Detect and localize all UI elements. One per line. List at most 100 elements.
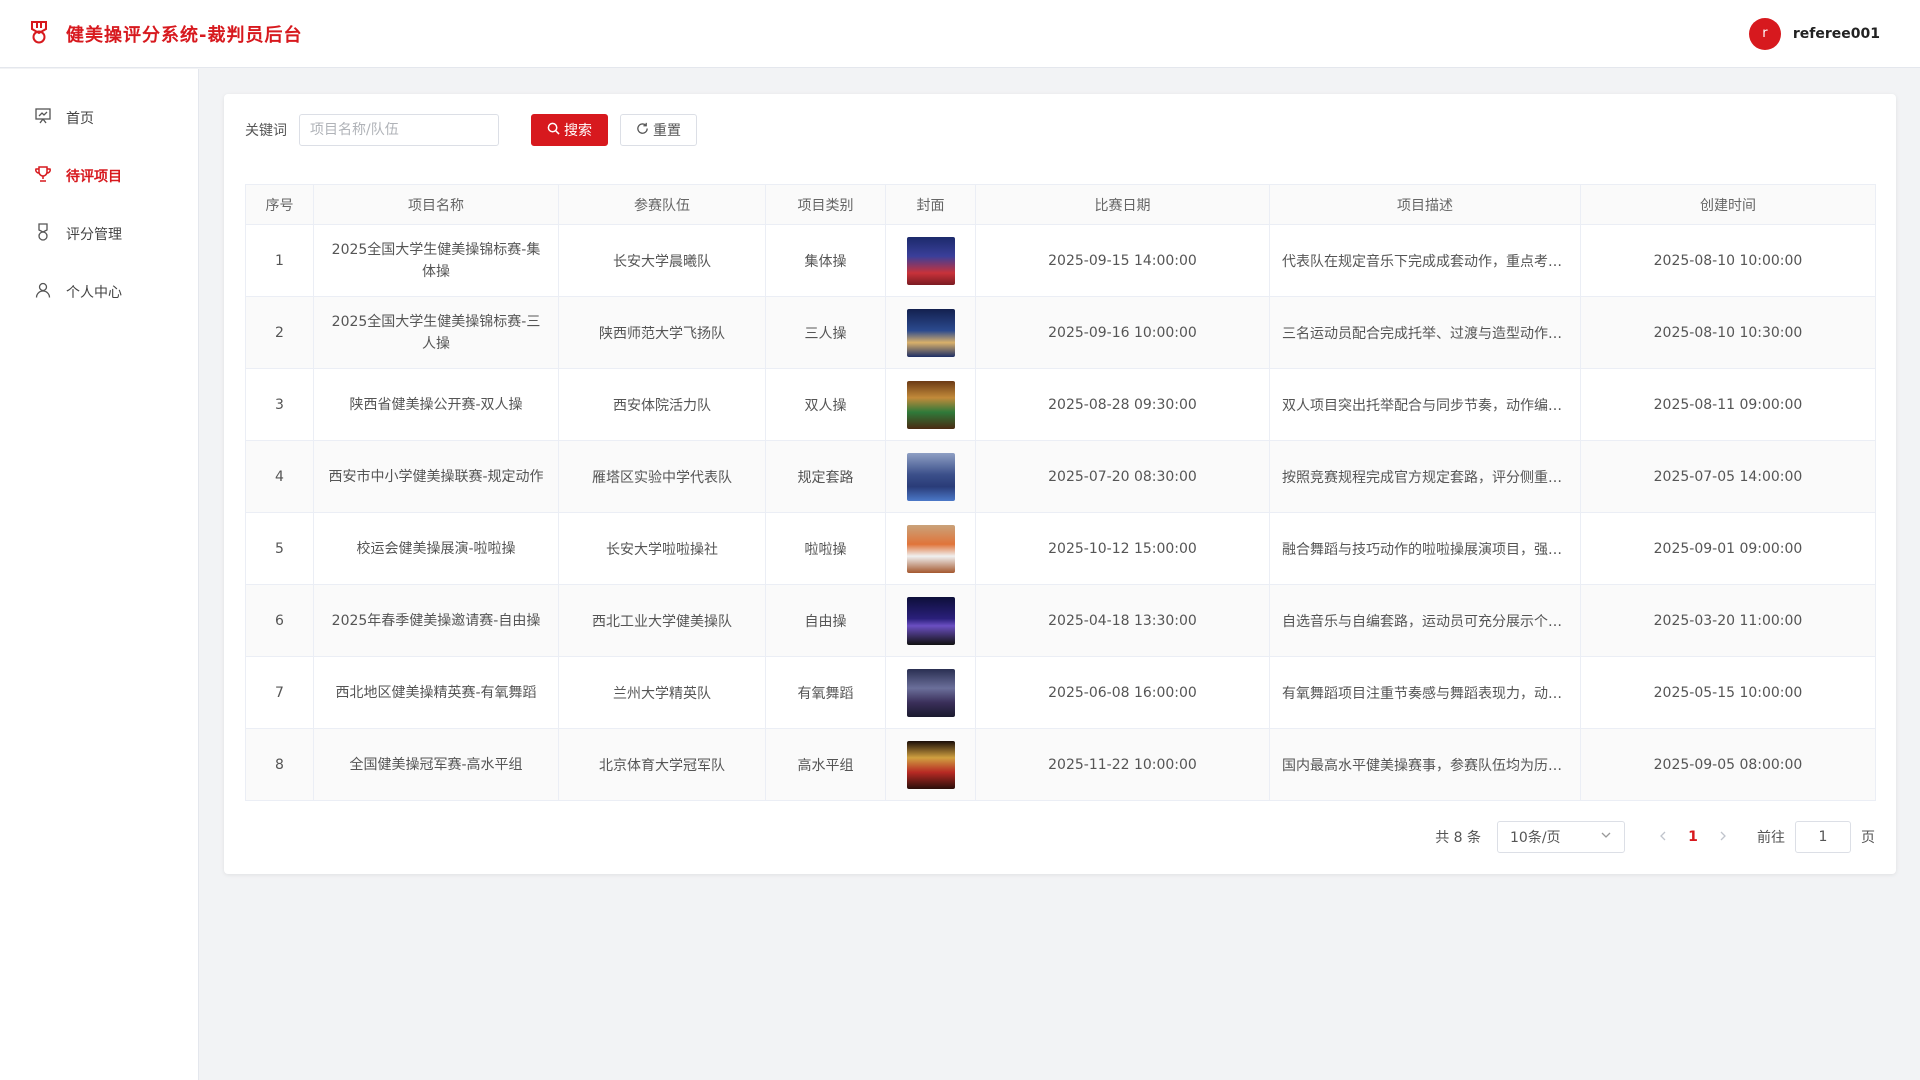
- cell-team: 长安大学晨曦队: [558, 224, 766, 297]
- cell-desc: 有氧舞蹈项目注重节奏感与舞蹈表现力，动…: [1269, 656, 1581, 729]
- cover-image[interactable]: [906, 740, 955, 789]
- cell-created: 2025-05-15 10:00:00: [1580, 656, 1876, 729]
- cell-created: 2025-08-10 10:00:00: [1580, 224, 1876, 297]
- cell-desc: 代表队在规定音乐下完成成套动作，重点考…: [1269, 224, 1581, 297]
- cell-desc: 三名运动员配合完成托举、过渡与造型动作…: [1269, 296, 1581, 369]
- cover-image[interactable]: [906, 308, 955, 357]
- cell-cover: [885, 440, 976, 513]
- table-row[interactable]: 7 西北地区健美操精英赛-有氧舞蹈 兰州大学精英队 有氧舞蹈 2025-06-0…: [245, 656, 1876, 729]
- table-row[interactable]: 4 西安市中小学健美操联赛-规定动作 雁塔区实验中学代表队 规定套路 2025-…: [245, 440, 1876, 513]
- cell-team: 雁塔区实验中学代表队: [558, 440, 766, 513]
- sidebar-item-label: 个人中心: [66, 285, 122, 301]
- cell-cover: [885, 728, 976, 801]
- page-size-select[interactable]: 10条/页: [1497, 821, 1625, 853]
- cell-date: 2025-04-18 13:30:00: [975, 584, 1270, 657]
- sidebar-item-home[interactable]: 首页: [0, 89, 198, 147]
- sidebar-item-profile[interactable]: 个人中心: [0, 263, 198, 321]
- cell-team: 兰州大学精英队: [558, 656, 766, 729]
- cell-team: 北京体育大学冠军队: [558, 728, 766, 801]
- cover-image[interactable]: [906, 452, 955, 501]
- search-button[interactable]: 搜索: [531, 114, 608, 146]
- sidebar-item-pending[interactable]: 待评项目: [0, 147, 198, 205]
- cover-image[interactable]: [906, 236, 955, 285]
- cell-created: 2025-07-05 14:00:00: [1580, 440, 1876, 513]
- cover-image[interactable]: [906, 596, 955, 645]
- cell-cover: [885, 224, 976, 297]
- table-row[interactable]: 2 2025全国大学生健美操锦标赛-三人操 陕西师范大学飞扬队 三人操 2025…: [245, 296, 1876, 369]
- medal-icon: [34, 223, 52, 245]
- cell-category: 双人操: [765, 368, 886, 441]
- cell-date: 2025-11-22 10:00:00: [975, 728, 1270, 801]
- cell-team: 西安体院活力队: [558, 368, 766, 441]
- cell-index: 5: [245, 512, 314, 585]
- table-row[interactable]: 6 2025年春季健美操邀请赛-自由操 西北工业大学健美操队 自由操 2025-…: [245, 584, 1876, 657]
- keyword-input[interactable]: [299, 114, 499, 146]
- cell-category: 有氧舞蹈: [765, 656, 886, 729]
- pagination: 共 8 条 10条/页 1 前往 页: [245, 821, 1875, 853]
- cover-image[interactable]: [906, 524, 955, 573]
- username[interactable]: referee001: [1793, 26, 1880, 42]
- avatar[interactable]: r: [1748, 17, 1781, 50]
- column-header-date: 比赛日期: [975, 184, 1270, 225]
- cell-date: 2025-07-20 08:30:00: [975, 440, 1270, 513]
- cell-team: 陕西师范大学飞扬队: [558, 296, 766, 369]
- cell-category: 高水平组: [765, 728, 886, 801]
- brand: 健美操评分系统-裁判员后台: [28, 20, 302, 48]
- reset-button-label: 重置: [653, 123, 681, 139]
- cell-desc: 按照竞赛规程完成官方规定套路，评分侧重…: [1269, 440, 1581, 513]
- cell-index: 7: [245, 656, 314, 729]
- cell-index: 6: [245, 584, 314, 657]
- cell-cover: [885, 368, 976, 441]
- project-table: 序号 项目名称 参赛队伍 项目类别 封面 比赛日期 项目描述 创建时间 1 20…: [245, 184, 1876, 801]
- page-size-value: 10条/页: [1510, 830, 1561, 846]
- cell-name: 西安市中小学健美操联赛-规定动作: [313, 440, 559, 513]
- sidebar-item-scoring[interactable]: 评分管理: [0, 205, 198, 263]
- sidebar-item-label: 待评项目: [66, 169, 122, 185]
- reset-button[interactable]: 重置: [620, 114, 697, 146]
- table-header: 序号 项目名称 参赛队伍 项目类别 封面 比赛日期 项目描述 创建时间: [245, 184, 1876, 225]
- cell-desc: 国内最高水平健美操赛事，参赛队伍均为历…: [1269, 728, 1581, 801]
- goto-label: 前往: [1757, 830, 1785, 846]
- cell-name: 2025全国大学生健美操锦标赛-集体操: [313, 224, 559, 297]
- chevron-down-icon: [1600, 829, 1612, 845]
- cell-cover: [885, 584, 976, 657]
- cell-name: 全国健美操冠军赛-高水平组: [313, 728, 559, 801]
- cover-image[interactable]: [906, 668, 955, 717]
- user-menu[interactable]: r referee001: [1748, 17, 1880, 50]
- cell-date: 2025-09-15 14:00:00: [975, 224, 1270, 297]
- cell-team: 长安大学啦啦操社: [558, 512, 766, 585]
- refresh-icon: [636, 122, 649, 139]
- cell-created: 2025-08-11 09:00:00: [1580, 368, 1876, 441]
- cell-index: 8: [245, 728, 314, 801]
- next-page-button[interactable]: [1709, 829, 1737, 845]
- top-header: 健美操评分系统-裁判员后台 r referee001: [0, 0, 1920, 68]
- cover-image[interactable]: [906, 380, 955, 429]
- prev-page-button[interactable]: [1649, 829, 1677, 845]
- keyword-label: 关键词: [245, 123, 287, 139]
- goto-page-input[interactable]: [1795, 821, 1851, 853]
- chevron-left-icon: [1660, 831, 1666, 841]
- presentation-icon: [34, 107, 52, 129]
- cell-category: 集体操: [765, 224, 886, 297]
- table-row[interactable]: 5 校运会健美操展演-啦啦操 长安大学啦啦操社 啦啦操 2025-10-12 1…: [245, 512, 1876, 585]
- search-icon: [547, 122, 560, 139]
- cell-index: 3: [245, 368, 314, 441]
- total-count: 共 8 条: [1435, 830, 1481, 846]
- cell-cover: [885, 656, 976, 729]
- cell-cover: [885, 512, 976, 585]
- cell-name: 陕西省健美操公开赛-双人操: [313, 368, 559, 441]
- cell-name: 2025年春季健美操邀请赛-自由操: [313, 584, 559, 657]
- cell-created: 2025-03-20 11:00:00: [1580, 584, 1876, 657]
- cell-created: 2025-09-01 09:00:00: [1580, 512, 1876, 585]
- app-title: 健美操评分系统-裁判员后台: [66, 24, 303, 46]
- table-row[interactable]: 1 2025全国大学生健美操锦标赛-集体操 长安大学晨曦队 集体操 2025-0…: [245, 224, 1876, 297]
- table-row[interactable]: 3 陕西省健美操公开赛-双人操 西安体院活力队 双人操 2025-08-28 0…: [245, 368, 1876, 441]
- table-row[interactable]: 8 全国健美操冠军赛-高水平组 北京体育大学冠军队 高水平组 2025-11-2…: [245, 728, 1876, 801]
- page-number-current[interactable]: 1: [1677, 829, 1709, 845]
- cell-date: 2025-06-08 16:00:00: [975, 656, 1270, 729]
- cell-category: 三人操: [765, 296, 886, 369]
- sidebar: 首页 待评项目 评分管理 个人中心: [0, 69, 199, 1080]
- column-header-team: 参赛队伍: [558, 184, 766, 225]
- cell-desc: 融合舞蹈与技巧动作的啦啦操展演项目，强…: [1269, 512, 1581, 585]
- cell-desc: 双人项目突出托举配合与同步节奏，动作编…: [1269, 368, 1581, 441]
